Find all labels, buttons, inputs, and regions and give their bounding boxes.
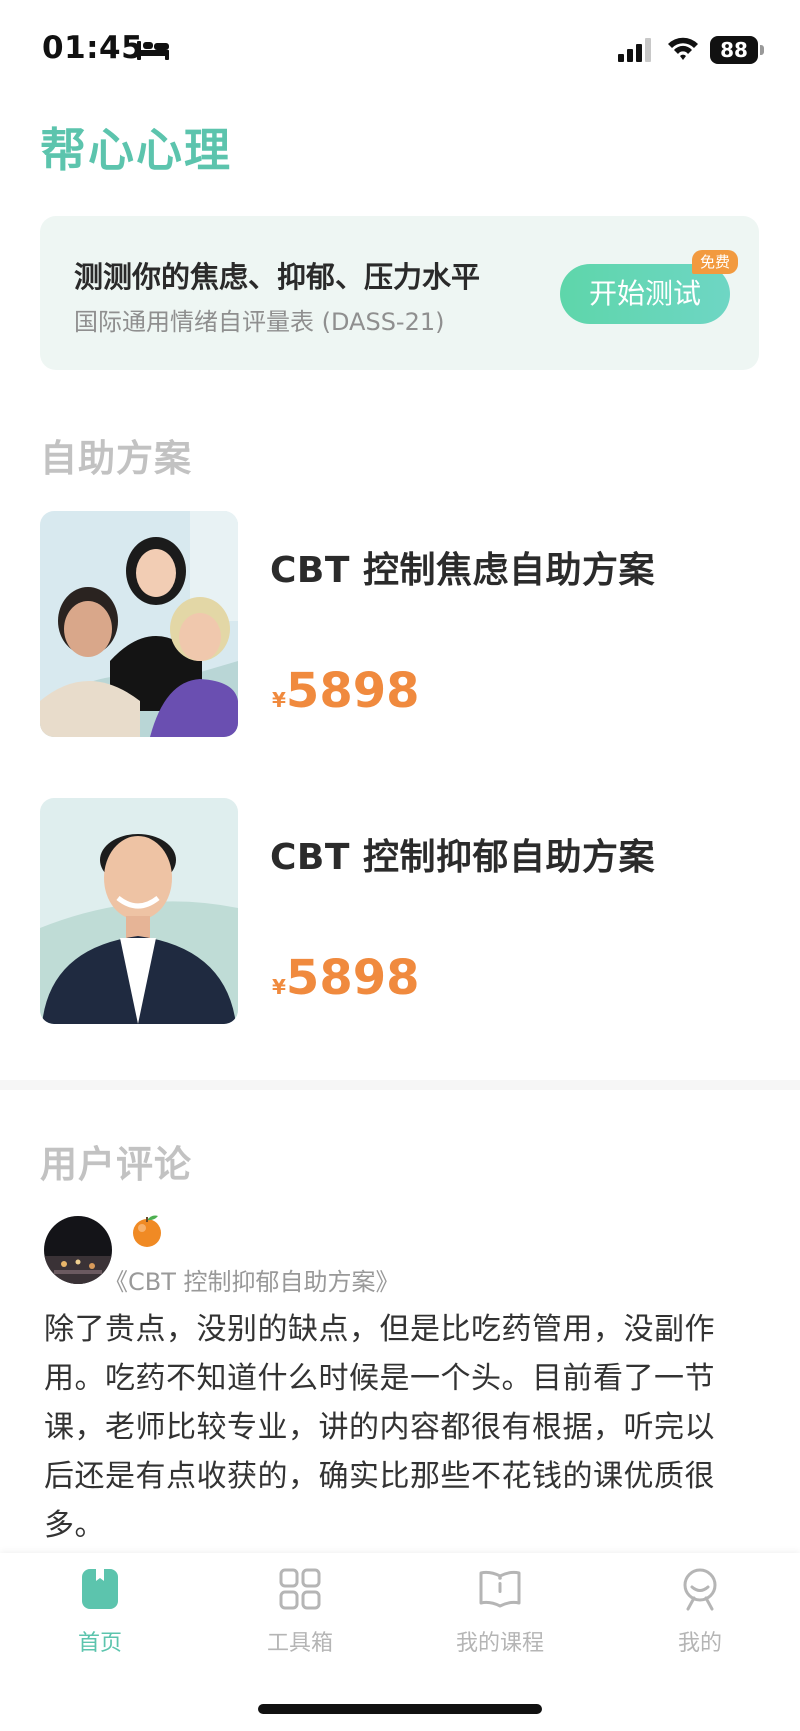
avatar[interactable] [44, 1216, 112, 1284]
tab-toolbox[interactable]: 工具箱 [220, 1567, 380, 1667]
price-currency: ¥ [272, 975, 286, 999]
open-book-icon [479, 1570, 521, 1608]
battery-level: 88 [710, 36, 758, 64]
tab-my-courses[interactable]: 我的课程 [420, 1567, 580, 1667]
plan-title: CBT 控制抑郁自助方案 [270, 837, 655, 878]
grid-icon [279, 1568, 321, 1610]
tab-label: 首页 [77, 1631, 122, 1656]
signal-icon [618, 38, 651, 62]
status-bar: 01:45 88 [0, 0, 800, 96]
plan-title: CBT 控制焦虑自助方案 [270, 550, 655, 591]
test-banner[interactable]: 测测你的焦虑、抑郁、压力水平 国际通用情绪自评量表 (DASS-21) 开始测试… [40, 216, 759, 370]
price-currency: ¥ [272, 688, 286, 712]
instructors-photo [40, 511, 238, 737]
free-badge: 免费 [692, 250, 738, 274]
home-book-icon [82, 1569, 118, 1609]
plan-card-depression[interactable]: CBT 控制抑郁自助方案 ¥5898 [40, 798, 760, 1024]
status-time: 01:45 [42, 30, 144, 66]
battery-icon: 88 [710, 36, 764, 64]
battery-cap [760, 45, 764, 55]
tab-home[interactable]: 首页 [20, 1567, 180, 1667]
plans-heading: 自助方案 [40, 437, 192, 480]
price-amount: 5898 [285, 663, 420, 719]
plan-thumbnail-depression [40, 798, 238, 1024]
orange-emoji-icon [130, 1212, 164, 1248]
plan-price: ¥5898 [272, 950, 420, 1006]
plan-card-anxiety[interactable]: CBT 控制焦虑自助方案 ¥5898 [40, 511, 760, 737]
reviews-heading: 用户评论 [40, 1143, 192, 1186]
profile-icon [683, 1568, 717, 1611]
app-title: 帮心心理 [40, 123, 232, 177]
wifi-icon [668, 37, 698, 60]
plan-price: ¥5898 [272, 663, 420, 719]
tab-label: 我的课程 [455, 1631, 544, 1656]
tab-label: 我的 [677, 1631, 722, 1656]
review-course: 《CBT 控制抑郁自助方案》 [104, 1268, 400, 1296]
tab-mine[interactable]: 我的 [620, 1567, 780, 1667]
avatar-image [44, 1216, 112, 1284]
bed-icon [137, 41, 169, 60]
plan-thumbnail-anxiety [40, 511, 238, 737]
home-indicator[interactable] [258, 1704, 542, 1714]
instructor-photo [40, 798, 238, 1024]
tab-label: 工具箱 [266, 1631, 333, 1656]
review-text: 除了贵点，没别的缺点，但是比吃药管用，没副作用。吃药不知道什么时候是一个头。目前… [44, 1312, 715, 1543]
test-banner-title: 测测你的焦虑、抑郁、压力水平 [74, 260, 481, 294]
section-divider [0, 1080, 800, 1090]
price-amount: 5898 [285, 950, 420, 1006]
test-banner-subtitle: 国际通用情绪自评量表 (DASS-21) [74, 308, 445, 336]
